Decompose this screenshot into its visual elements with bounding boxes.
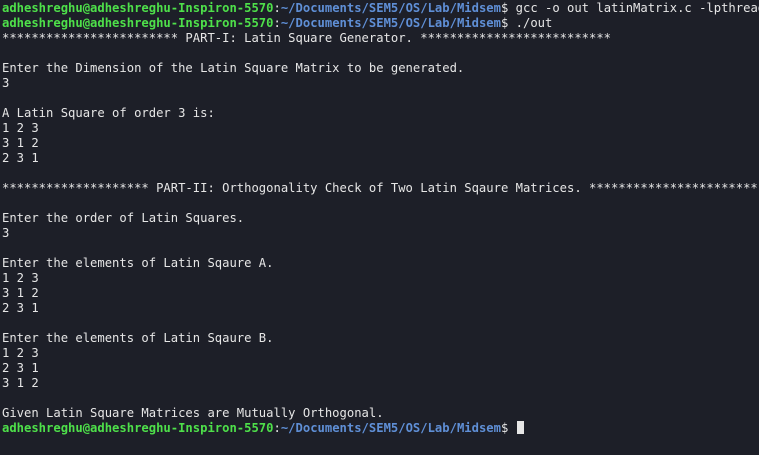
terminal-window[interactable]: adheshreghu@adheshreghu-Inspiron-5570:~/… xyxy=(0,0,759,455)
output-line: ************************ PART-I: Latin S… xyxy=(2,31,612,45)
output-line: 2 3 1 xyxy=(2,361,39,375)
output-line: Given Latin Square Matrices are Mutually… xyxy=(2,406,384,420)
command-text: ./out xyxy=(508,16,553,30)
output-line: 1 2 3 xyxy=(2,121,39,135)
output-line: Enter the elements of Latin Sqaure A. xyxy=(2,256,274,270)
output-line: 2 3 1 xyxy=(2,301,39,315)
prompt-user-host: adheshreghu@adheshreghu-Inspiron-5570 xyxy=(2,16,274,30)
prompt-path: ~/Documents/SEM5/OS/Lab/Midsem xyxy=(280,16,501,30)
output-line: 3 xyxy=(2,226,10,240)
prompt-user-host: adheshreghu@adheshreghu-Inspiron-5570 xyxy=(2,1,274,15)
output-line: 3 xyxy=(2,76,10,90)
prompt-colon: : xyxy=(273,421,281,435)
prompt-path: ~/Documents/SEM5/OS/Lab/Midsem xyxy=(280,421,501,435)
output-line: 3 1 2 xyxy=(2,136,39,150)
output-line: Enter the order of Latin Squares. xyxy=(2,211,245,225)
prompt-line-2: adheshreghu@adheshreghu-Inspiron-5570:~/… xyxy=(0,16,759,31)
output-line: ******************** PART-II: Orthogonal… xyxy=(2,181,758,195)
prompt-path: ~/Documents/SEM5/OS/Lab/Midsem xyxy=(280,1,501,15)
prompt-user-host: adheshreghu@adheshreghu-Inspiron-5570 xyxy=(2,421,274,435)
output-line: 1 2 3 xyxy=(2,346,39,360)
prompt-colon: : xyxy=(273,16,281,30)
output-line: 1 2 3 xyxy=(2,271,39,285)
prompt-colon: : xyxy=(273,1,281,15)
output-line: 3 1 2 xyxy=(2,286,39,300)
terminal-cursor[interactable] xyxy=(516,421,524,434)
output-line: A Latin Square of order 3 is: xyxy=(2,106,215,120)
prompt-line-1: adheshreghu@adheshreghu-Inspiron-5570:~/… xyxy=(0,1,759,16)
output-line: 3 1 2 xyxy=(2,376,39,390)
output-line: Enter the elements of Latin Sqaure B. xyxy=(2,331,274,345)
output-line: Enter the Dimension of the Latin Square … xyxy=(2,61,465,75)
prompt-line-3[interactable]: adheshreghu@adheshreghu-Inspiron-5570:~/… xyxy=(0,421,759,436)
command-text: gcc -o out latinMatrix.c -lpthread -lm xyxy=(515,1,759,15)
output-line: 2 3 1 xyxy=(2,151,39,165)
